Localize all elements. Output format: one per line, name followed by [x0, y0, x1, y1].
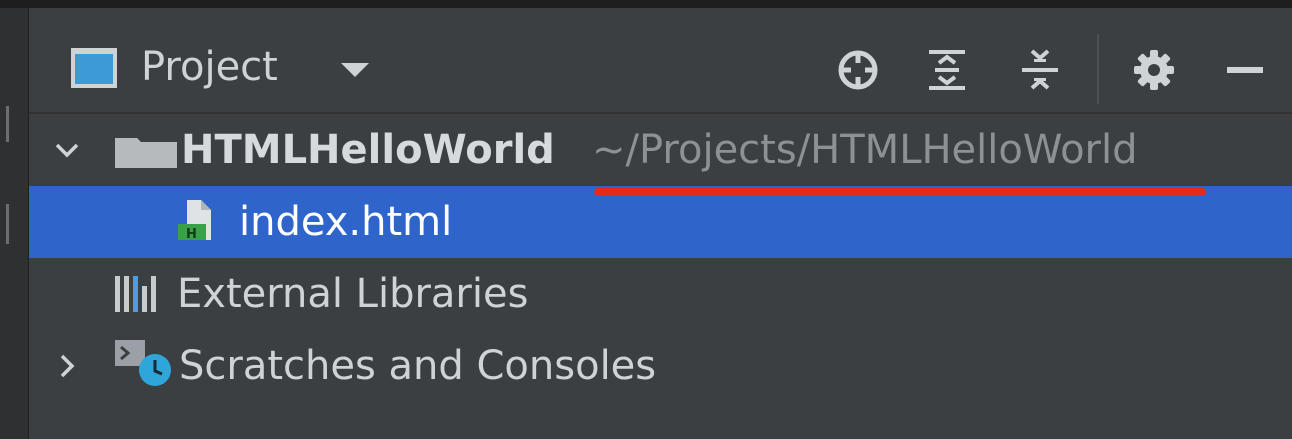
html-file-icon: H: [178, 200, 211, 242]
stripe-marker: [6, 106, 9, 142]
project-path: ~/Projects/HTMLHelloWorld: [592, 127, 1138, 173]
file-name: index.html: [239, 199, 453, 245]
project-name: HTMLHelloWorld: [181, 127, 555, 173]
locate-icon[interactable]: [830, 42, 886, 98]
scratches-icon: [115, 340, 171, 386]
libraries-icon: [115, 276, 156, 312]
expand-all-icon[interactable]: [919, 42, 975, 98]
external-libraries-label: External Libraries: [177, 271, 529, 317]
toolbar-separator: [1097, 34, 1099, 104]
chevron-right-icon[interactable]: [49, 348, 85, 384]
tree-row-scratches[interactable]: Scratches and Consoles: [29, 330, 1292, 402]
tree-row-external-libraries[interactable]: External Libraries: [29, 258, 1292, 330]
scratches-label: Scratches and Consoles: [179, 343, 657, 389]
folder-icon: [115, 138, 177, 168]
tool-window-stripe: [0, 8, 29, 439]
window-top-edge: [0, 0, 1292, 8]
tool-window-header: Project: [29, 8, 1292, 114]
svg-text:H: H: [186, 227, 197, 242]
screenshot-frame: Project HTMLHelloWorld ~/Projects/HTMLHe…: [0, 0, 1292, 439]
project-tool-window: Project HTMLHelloWorld ~/Projects/HTMLHe…: [29, 8, 1292, 439]
stripe-marker: [6, 204, 9, 244]
project-view-icon[interactable]: [71, 48, 117, 88]
tree-row-root[interactable]: HTMLHelloWorld ~/Projects/HTMLHelloWorld: [29, 114, 1292, 186]
tree-row-index-html[interactable]: H index.html: [29, 186, 1292, 258]
gear-icon[interactable]: [1126, 42, 1182, 98]
chevron-down-icon[interactable]: [49, 132, 85, 168]
dropdown-caret-icon[interactable]: [341, 63, 369, 77]
minimize-icon[interactable]: [1217, 42, 1273, 98]
annotation-underline: [594, 188, 1206, 196]
collapse-all-icon[interactable]: [1012, 42, 1068, 98]
tool-window-title[interactable]: Project: [141, 41, 278, 93]
